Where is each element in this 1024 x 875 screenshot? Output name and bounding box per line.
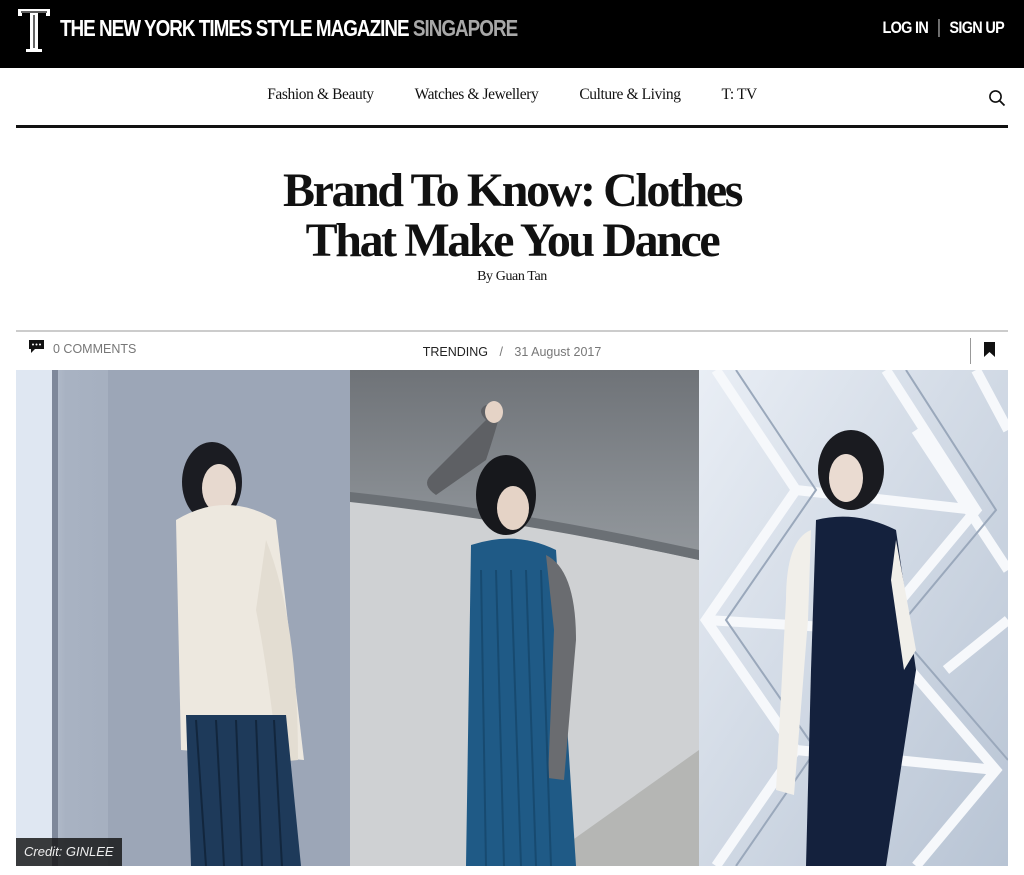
search-icon[interactable] — [988, 89, 1006, 107]
hero-image — [16, 370, 1008, 866]
article-category-date: TRENDING / 31 August 2017 — [16, 345, 1008, 359]
category-separator: / — [499, 345, 503, 359]
photo-panel-center — [350, 370, 699, 866]
image-credit: Credit: GINLEE — [16, 838, 122, 866]
t-magazine-logo[interactable] — [16, 6, 52, 52]
main-nav: Fashion & Beauty Watches & Jewellery Cul… — [16, 68, 1008, 128]
auth-divider — [938, 19, 940, 37]
article-byline[interactable]: By Guan Tan — [0, 269, 1024, 285]
bookmark-button[interactable] — [970, 338, 1008, 364]
nav-item-fashion-beauty[interactable]: Fashion & Beauty — [267, 86, 374, 104]
brand-main: THE NEW YORK TIMES STYLE MAGAZINE — [60, 15, 410, 41]
article-title-line2: That Make You Dance — [305, 214, 721, 267]
bookmark-icon — [984, 342, 995, 357]
nav-item-t-tv[interactable]: T: TV — [722, 86, 758, 104]
article-date: 31 August 2017 — [514, 345, 602, 359]
site-header: THE NEW YORK TIMES STYLE MAGAZINE SINGAP… — [0, 0, 1024, 68]
nav-item-culture-living[interactable]: Culture & Living — [579, 86, 681, 104]
hero-photo-collage — [16, 370, 1008, 866]
photo-panel-right — [699, 370, 1008, 866]
login-link[interactable]: LOG IN — [882, 18, 928, 38]
photo-panel-left — [16, 370, 350, 866]
site-brand[interactable]: THE NEW YORK TIMES STYLE MAGAZINE SINGAP… — [60, 14, 518, 42]
category-link[interactable]: TRENDING — [423, 345, 488, 359]
nav-item-watches-jewellery[interactable]: Watches & Jewellery — [415, 86, 539, 104]
auth-links: LOG IN SIGN UP — [882, 18, 1005, 38]
article-title: Brand To Know: Clothes That Make You Dan… — [0, 166, 1024, 266]
article-meta-bar: 0 COMMENTS TRENDING / 31 August 2017 — [16, 330, 1008, 370]
signup-link[interactable]: SIGN UP — [949, 18, 1004, 38]
brand-edition: SINGAPORE — [412, 15, 518, 41]
article-title-line1: Brand To Know: Clothes — [283, 164, 743, 217]
